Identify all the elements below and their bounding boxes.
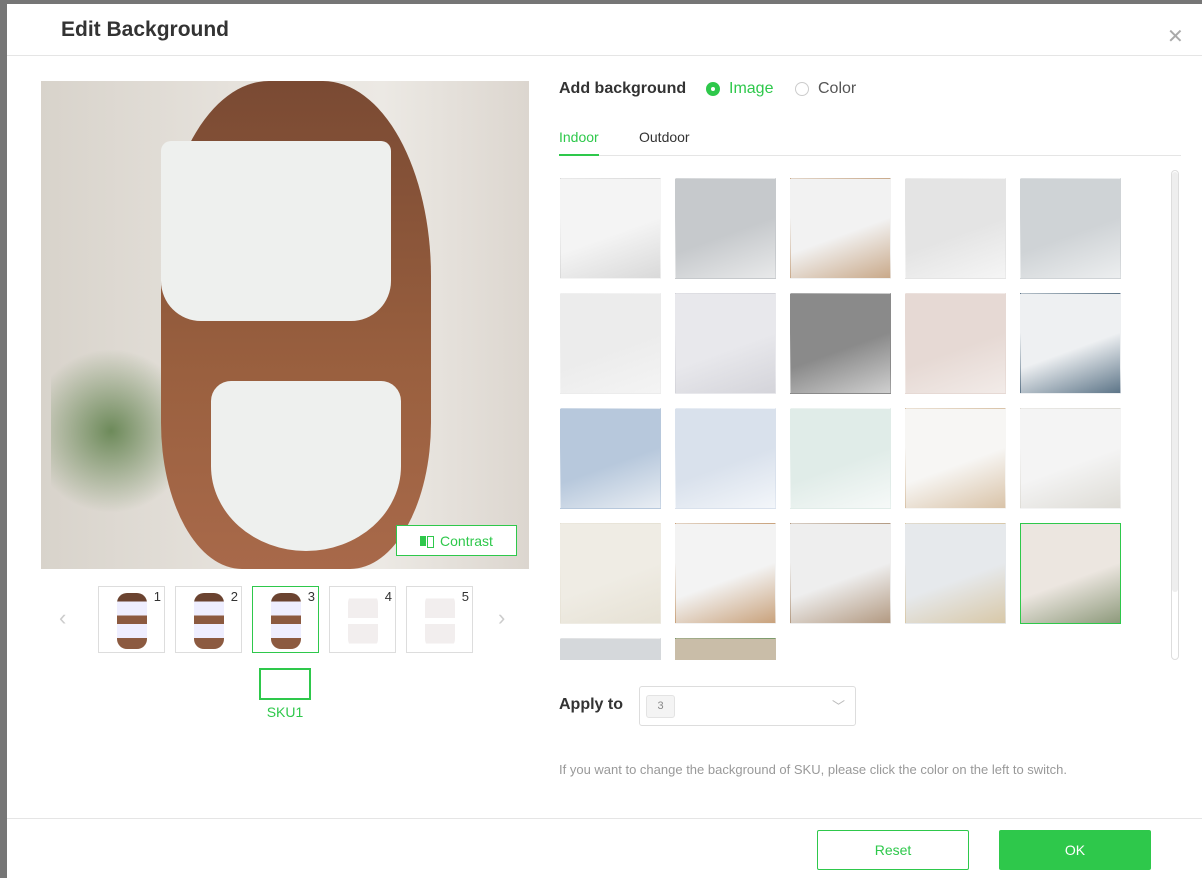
background-tile[interactable] [675, 638, 776, 660]
ok-button[interactable]: OK [999, 830, 1151, 870]
footer-divider [7, 818, 1202, 819]
background-tile[interactable] [1020, 408, 1121, 509]
prev-arrow-icon[interactable]: ‹ [59, 605, 66, 631]
radio-color[interactable]: Color [795, 80, 856, 98]
background-tile[interactable] [905, 523, 1006, 624]
tab-active-indicator [559, 154, 599, 156]
tab-outdoor[interactable]: Outdoor [639, 129, 690, 145]
hint-text: If you want to change the background of … [559, 762, 1068, 777]
radio-color-label: Color [818, 80, 857, 97]
apply-to-label: Apply to [559, 696, 623, 713]
thumbnail-number: 5 [461, 589, 469, 604]
background-grid [559, 170, 1169, 660]
add-background-label: Add background [559, 80, 687, 97]
background-tile[interactable] [560, 408, 661, 509]
background-tile[interactable] [790, 178, 891, 279]
thumbnail-2[interactable]: 2 [175, 586, 242, 653]
radio-image-label: Image [729, 80, 774, 97]
plant-decoration [51, 331, 171, 531]
radio-checked-icon [706, 82, 720, 96]
dialog-title: Edit Background [61, 18, 230, 41]
next-arrow-icon[interactable]: › [498, 605, 505, 631]
radio-unchecked-icon [795, 82, 809, 96]
radio-image[interactable]: Image [706, 80, 773, 98]
contrast-icon [420, 534, 435, 548]
divider [7, 55, 1202, 56]
bikini-top [161, 141, 391, 321]
contrast-button[interactable]: Contrast [396, 525, 517, 556]
background-tile[interactable] [905, 178, 1006, 279]
thumbnail-1[interactable]: 1 [98, 586, 165, 653]
thumbnail-4[interactable]: 4 [329, 586, 396, 653]
thumbnail-number: 4 [384, 589, 392, 604]
background-tile[interactable] [1020, 523, 1121, 624]
preview-image [41, 81, 529, 569]
background-tile[interactable] [905, 293, 1006, 394]
scrollbar-thumb[interactable] [1172, 172, 1178, 592]
contrast-label: Contrast [440, 532, 493, 549]
thumbnail-5[interactable]: 5 [406, 586, 473, 653]
background-tile[interactable] [560, 638, 661, 660]
thumbnail-image [194, 593, 224, 649]
background-tile[interactable] [560, 523, 661, 624]
background-tile[interactable] [790, 408, 891, 509]
background-tile[interactable] [675, 523, 776, 624]
background-tile[interactable] [1020, 293, 1121, 394]
thumbnail-image [117, 593, 147, 649]
thumbnail-image [425, 593, 455, 649]
background-tile[interactable] [790, 293, 891, 394]
background-tile[interactable] [790, 523, 891, 624]
sku-label: SKU1 [266, 704, 304, 720]
tab-divider [559, 155, 1181, 156]
thumbnail-image [348, 593, 378, 649]
thumbnail-number: 2 [230, 589, 238, 604]
thumbnail-3[interactable]: 3 [252, 586, 319, 653]
chevron-down-icon: ﹀ [831, 699, 845, 714]
thumbnail-number: 1 [153, 589, 161, 604]
thumbnail-number: 3 [307, 589, 315, 604]
background-tile[interactable] [675, 408, 776, 509]
background-tile[interactable] [675, 178, 776, 279]
edit-background-dialog: Edit Background ✕ Contrast ‹ 1 2 3 4 5 › SKU… [7, 4, 1202, 878]
tab-indoor[interactable]: Indoor [559, 129, 599, 145]
bikini-bottom [211, 381, 401, 551]
background-tile[interactable] [905, 408, 1006, 509]
apply-to-select[interactable]: 3 ﹀ [639, 686, 856, 726]
background-tile[interactable] [560, 178, 661, 279]
background-tile[interactable] [675, 293, 776, 394]
thumbnail-image [271, 593, 301, 649]
selected-tag[interactable]: 3 [646, 695, 675, 718]
background-tile[interactable] [560, 293, 661, 394]
sku-color-swatch[interactable] [259, 668, 311, 700]
background-tile[interactable] [1020, 178, 1121, 279]
close-icon[interactable]: ✕ [1167, 24, 1184, 49]
reset-button[interactable]: Reset [817, 830, 969, 870]
